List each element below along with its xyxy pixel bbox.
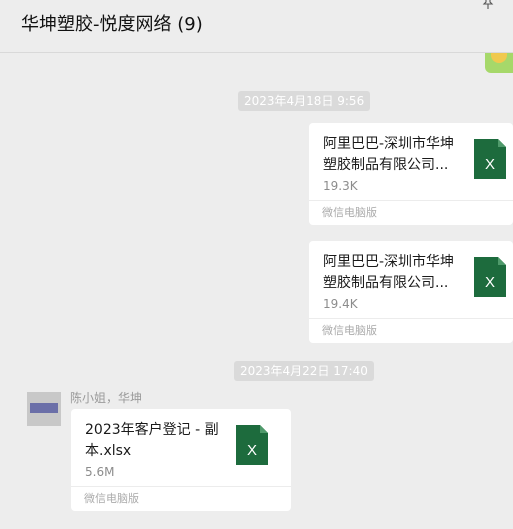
sticker-emoji-icon: [491, 53, 507, 63]
file-source: 微信电脑版: [71, 486, 291, 511]
file-size: 19.4K: [323, 297, 358, 311]
sticker-message[interactable]: [485, 53, 513, 73]
excel-file-icon: X: [474, 139, 506, 179]
svg-text:X: X: [247, 442, 257, 459]
chat-header: 华坤塑胶-悦度网络 (9): [0, 0, 513, 53]
file-name-line: 2023年客户登记 - 副: [85, 422, 219, 438]
file-message[interactable]: 2023年客户登记 - 副 本.xlsx 5.6M X 微信电脑版: [71, 409, 291, 511]
file-name: 阿里巴巴-深圳市华坤 塑胶制品有限公司...: [323, 134, 468, 176]
sender-name: 陈小姐，华坤: [70, 391, 143, 405]
file-size: 5.6M: [85, 465, 115, 479]
excel-file-icon: X: [474, 257, 506, 297]
svg-text:X: X: [485, 274, 495, 291]
chat-title: 华坤塑胶-悦度网络 (9): [21, 14, 203, 35]
file-name-line: 塑胶制品有限公司...: [323, 275, 449, 291]
file-name: 阿里巴巴-深圳市华坤 塑胶制品有限公司...: [323, 252, 468, 294]
avatar-image: [30, 403, 58, 413]
file-name: 2023年客户登记 - 副 本.xlsx: [85, 420, 235, 462]
file-message[interactable]: 阿里巴巴-深圳市华坤 塑胶制品有限公司... 19.3K X 微信电脑版: [309, 123, 513, 225]
file-size: 19.3K: [323, 179, 358, 193]
file-name-line: 本.xlsx: [85, 443, 132, 459]
file-source: 微信电脑版: [309, 318, 513, 343]
svg-text:X: X: [485, 156, 495, 173]
file-message[interactable]: 阿里巴巴-深圳市华坤 塑胶制品有限公司... 19.4K X 微信电脑版: [309, 241, 513, 343]
timestamp: 2023年4月22日 17:40: [234, 361, 374, 381]
file-name-line: 阿里巴巴-深圳市华坤: [323, 254, 455, 270]
avatar[interactable]: [27, 392, 61, 426]
excel-file-icon: X: [236, 425, 268, 465]
file-source: 微信电脑版: [309, 200, 513, 225]
timestamp: 2023年4月18日 9:56: [238, 91, 371, 111]
file-name-line: 塑胶制品有限公司...: [323, 157, 449, 173]
file-name-line: 阿里巴巴-深圳市华坤: [323, 136, 455, 152]
pin-icon[interactable]: [481, 0, 495, 10]
